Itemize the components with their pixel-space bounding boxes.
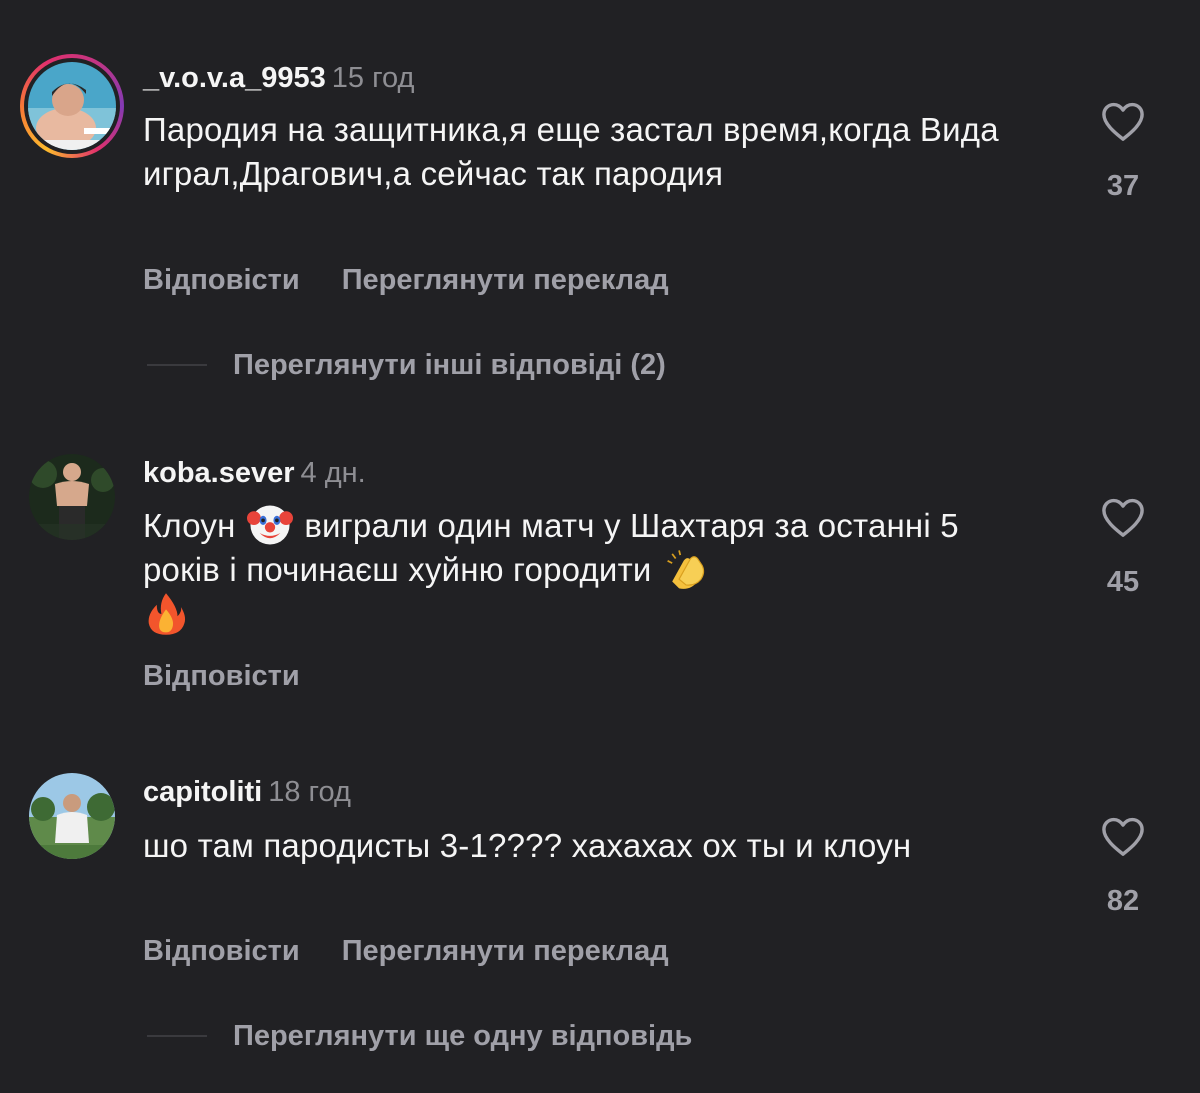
heart-icon[interactable] bbox=[1100, 496, 1146, 538]
reply-button[interactable]: Відповісти bbox=[143, 660, 300, 692]
like-count: 37 bbox=[1106, 170, 1140, 202]
timestamp: 15 год bbox=[331, 62, 415, 94]
timestamp: 18 год bbox=[268, 776, 351, 808]
comment-meta: _v.o.v.a_9953 15 год bbox=[143, 60, 414, 96]
view-more-replies-label: Переглянути ще одну відповідь bbox=[233, 1020, 693, 1052]
avatar-wrapper[interactable] bbox=[20, 445, 124, 549]
avatar bbox=[28, 62, 116, 150]
see-translation-button[interactable]: Переглянути переклад bbox=[342, 264, 669, 296]
reply-button[interactable]: Відповісти bbox=[143, 935, 300, 967]
avatar-wrapper[interactable] bbox=[20, 764, 124, 868]
like-count: 82 bbox=[1106, 885, 1140, 917]
avatar bbox=[29, 454, 115, 540]
avatar-image bbox=[29, 454, 115, 540]
comment-meta: koba.sever 4 дн. bbox=[143, 455, 366, 491]
replies-divider bbox=[147, 364, 207, 366]
comment-text: Клоун виграли один матч у Шахтаря за ост… bbox=[143, 504, 1043, 637]
fire-emoji-icon bbox=[148, 593, 186, 635]
reply-button[interactable]: Відповісти bbox=[143, 264, 300, 296]
view-more-replies-button[interactable]: Переглянути інші відповіді (2) bbox=[147, 347, 666, 383]
comment-actions: Відповісти Переглянути переклад bbox=[143, 933, 669, 969]
comment-text: шо там пародисты 3-1???? хахахах ох ты и… bbox=[143, 827, 912, 864]
view-more-replies-label: Переглянути інші відповіді (2) bbox=[233, 349, 666, 381]
username[interactable]: capitoliti bbox=[143, 776, 262, 808]
view-more-replies-button[interactable]: Переглянути ще одну відповідь bbox=[147, 1018, 692, 1054]
like-count: 45 bbox=[1106, 566, 1140, 598]
heart-icon[interactable] bbox=[1100, 100, 1146, 142]
comment-text-part: Клоун bbox=[143, 507, 236, 544]
username[interactable]: _v.o.v.a_9953 bbox=[143, 62, 326, 94]
see-translation-button[interactable]: Переглянути переклад bbox=[342, 935, 669, 967]
replies-divider bbox=[147, 1035, 207, 1037]
comment-actions: Відповісти bbox=[143, 658, 300, 694]
avatar-image bbox=[29, 773, 115, 859]
avatar-image bbox=[28, 62, 116, 150]
avatar-story-ring[interactable] bbox=[20, 54, 124, 158]
clown-emoji-icon bbox=[246, 505, 293, 545]
avatar bbox=[29, 773, 115, 859]
clapping-hands-emoji-icon bbox=[667, 549, 705, 589]
comment-text: Пародия на защитника,я еще застал время,… bbox=[143, 111, 999, 192]
comment-meta: capitoliti 18 год bbox=[143, 774, 351, 810]
username[interactable]: koba.sever bbox=[143, 457, 295, 489]
comment-actions: Відповісти Переглянути переклад bbox=[143, 262, 669, 298]
timestamp: 4 дн. bbox=[300, 457, 366, 489]
heart-icon[interactable] bbox=[1100, 815, 1146, 857]
